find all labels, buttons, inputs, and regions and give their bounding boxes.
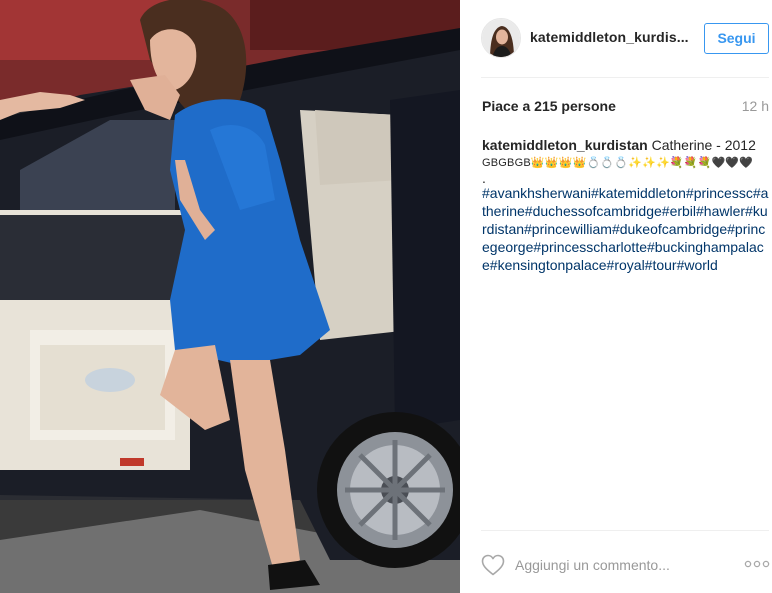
- likes-count[interactable]: Piace a 215 persone: [482, 98, 616, 114]
- caption-text: Catherine - 2012: [651, 137, 756, 153]
- caption-dot: .: [482, 170, 486, 186]
- post-timestamp[interactable]: 12 h: [742, 98, 769, 114]
- caption-emoji-line: GBGBGB👑👑👑👑💍💍💍✨✨✨💐💐💐🖤🖤🖤: [482, 157, 754, 169]
- post-username[interactable]: katemiddleton_kurdis...: [530, 29, 689, 45]
- post-caption: katemiddleton_kurdistan Catherine - 2012…: [482, 136, 770, 274]
- post-header: katemiddleton_kurdis... Segui: [460, 0, 772, 78]
- post-photo[interactable]: [0, 0, 460, 593]
- comment-bar: [460, 530, 772, 593]
- header-divider: [481, 77, 769, 78]
- more-options-icon[interactable]: [744, 556, 770, 572]
- avatar[interactable]: [481, 18, 521, 58]
- comment-input[interactable]: [515, 554, 725, 576]
- follow-button[interactable]: Segui: [704, 23, 769, 54]
- caption-hashtags[interactable]: #avankhsherwani#katemiddleton#princessc#…: [482, 184, 770, 274]
- likes-row: Piace a 215 persone 12 h: [481, 98, 769, 116]
- avatar-image: [482, 19, 520, 57]
- caption-username[interactable]: katemiddleton_kurdistan: [482, 137, 648, 153]
- heart-outline-icon[interactable]: [481, 554, 505, 576]
- post-image: [0, 0, 460, 593]
- post-sidebar: katemiddleton_kurdis... Segui Piace a 21…: [460, 0, 772, 593]
